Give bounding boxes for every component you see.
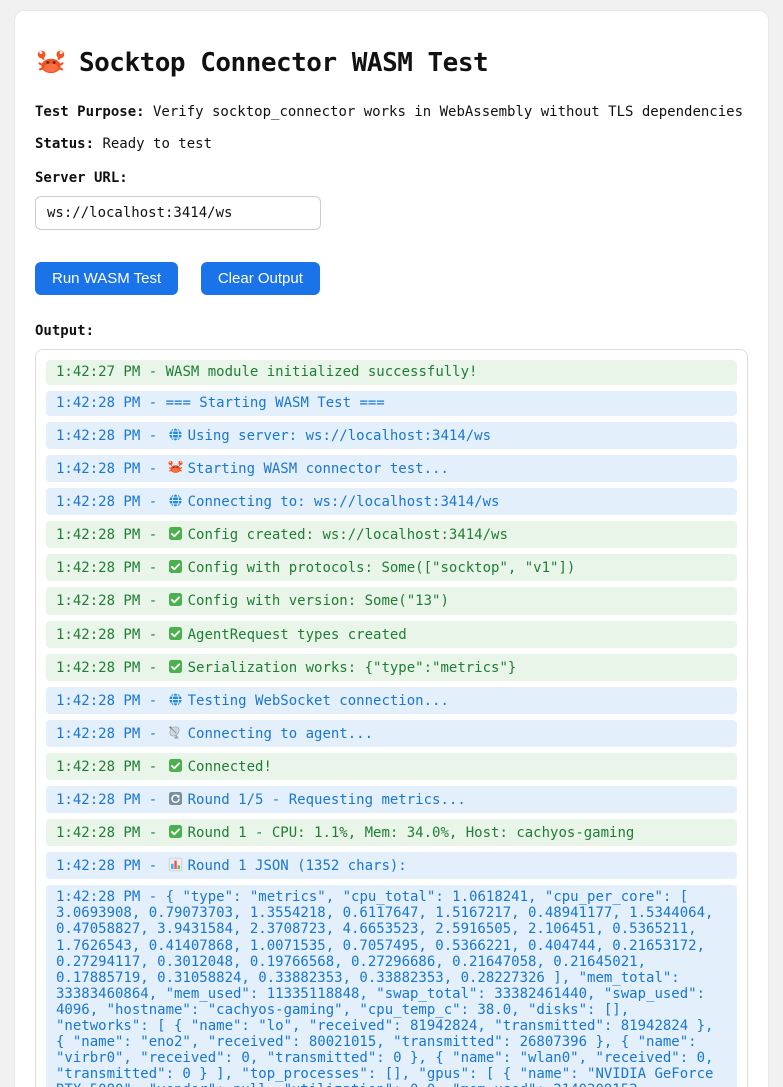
log-text: WASM module initialized successfully! xyxy=(166,364,478,380)
globe-icon xyxy=(167,492,184,509)
log-line: 1:42:28 PM - Connecting to: ws://localho… xyxy=(46,488,737,515)
log-line: 1:42:28 PM - Config with version: Some("… xyxy=(46,587,737,614)
log-text: Config with protocols: Some(["socktop", … xyxy=(188,560,576,576)
log-text: Connecting to: ws://localhost:3414/ws xyxy=(188,494,500,510)
log-line: 1:42:28 PM - === Starting WASM Test === xyxy=(46,391,737,416)
log-timestamp: 1:42:28 PM xyxy=(56,825,140,841)
globe-icon xyxy=(167,426,184,443)
log-line: 1:42:28 PM - Connecting to agent... xyxy=(46,720,737,747)
log-timestamp: 1:42:28 PM xyxy=(56,527,140,543)
status-line: Status: Ready to test xyxy=(35,135,748,154)
log-separator: - xyxy=(140,792,165,808)
check-icon xyxy=(167,658,184,675)
log-line: 1:42:28 PM - Config created: ws://localh… xyxy=(46,521,737,548)
log-text: Config with version: Some("13") xyxy=(188,593,449,609)
crab-icon xyxy=(167,459,184,476)
log-separator: - xyxy=(140,494,165,510)
log-separator: - xyxy=(140,593,165,609)
status-text: Ready to test xyxy=(94,136,212,152)
log-text: Using server: ws://localhost:3414/ws xyxy=(188,428,491,444)
log-text: Connected! xyxy=(188,759,272,775)
log-separator: - xyxy=(140,627,165,643)
log-line: 1:42:28 PM - Config with protocols: Some… xyxy=(46,554,737,581)
log-timestamp: 1:42:28 PM xyxy=(56,759,140,775)
log-separator: - xyxy=(140,825,165,841)
main-card: Socktop Connector WASM Test Test Purpose… xyxy=(14,10,769,1087)
page-title-text: Socktop Connector WASM Test xyxy=(79,48,488,78)
log-text: Starting WASM connector test... xyxy=(188,461,449,477)
log-text: AgentRequest types created xyxy=(188,627,407,643)
log-timestamp: 1:42:28 PM xyxy=(56,428,140,444)
log-line: 1:42:28 PM - Starting WASM connector tes… xyxy=(46,455,737,482)
log-line: 1:42:28 PM - Round 1/5 - Requesting metr… xyxy=(46,786,737,813)
log-line: 1:42:28 PM - Serialization works: {"type… xyxy=(46,654,737,681)
log-line: 1:42:28 PM - Testing WebSocket connectio… xyxy=(46,687,737,714)
log-timestamp: 1:42:28 PM xyxy=(56,593,140,609)
output-label: Output: xyxy=(35,323,748,339)
page-title: Socktop Connector WASM Test xyxy=(35,47,748,79)
log-timestamp: 1:42:28 PM xyxy=(56,693,140,709)
log-separator: - xyxy=(140,858,165,874)
log-timestamp: 1:42:28 PM xyxy=(56,858,140,874)
log-text: === Starting WASM Test === xyxy=(166,395,385,411)
log-timestamp: 1:42:28 PM xyxy=(56,627,140,643)
log-timestamp: 1:42:27 PM xyxy=(56,364,140,380)
log-separator: - xyxy=(140,527,165,543)
check-icon xyxy=(167,823,184,840)
log-separator: - xyxy=(140,560,165,576)
log-timestamp: 1:42:28 PM xyxy=(56,660,140,676)
log-text: { "type": "metrics", "cpu_total": 1.0618… xyxy=(56,889,722,1087)
satellite-icon xyxy=(167,724,184,741)
test-purpose-text: Verify socktop_connector works in WebAss… xyxy=(145,104,743,120)
crab-icon xyxy=(35,47,67,79)
log-timestamp: 1:42:28 PM xyxy=(56,726,140,742)
server-url-label: Server URL: xyxy=(35,170,748,186)
log-text: Serialization works: {"type":"metrics"} xyxy=(188,660,517,676)
log-separator: - xyxy=(140,889,165,905)
test-purpose-line: Test Purpose: Verify socktop_connector w… xyxy=(35,103,748,122)
log-separator: - xyxy=(140,759,165,775)
log-separator: - xyxy=(140,395,165,411)
test-purpose-label: Test Purpose: xyxy=(35,104,145,120)
server-url-input[interactable] xyxy=(35,196,321,230)
log-text: Round 1/5 - Requesting metrics... xyxy=(188,792,466,808)
log-text: Round 1 - CPU: 1.1%, Mem: 34.0%, Host: c… xyxy=(188,825,635,841)
check-icon xyxy=(167,591,184,608)
output-log: 1:42:27 PM - WASM module initialized suc… xyxy=(35,349,748,1087)
chart-icon xyxy=(167,856,184,873)
log-line: 1:42:27 PM - WASM module initialized suc… xyxy=(46,360,737,385)
globe-icon xyxy=(167,691,184,708)
check-icon xyxy=(167,558,184,575)
check-icon xyxy=(167,625,184,642)
log-line: 1:42:28 PM - Round 1 JSON (1352 chars): xyxy=(46,852,737,879)
log-line: 1:42:28 PM - { "type": "metrics", "cpu_t… xyxy=(46,885,737,1087)
refresh-icon xyxy=(167,790,184,807)
check-icon xyxy=(167,757,184,774)
button-row: Run WASM Test Clear Output xyxy=(35,262,748,295)
log-separator: - xyxy=(140,660,165,676)
log-timestamp: 1:42:28 PM xyxy=(56,560,140,576)
log-separator: - xyxy=(140,461,165,477)
check-icon xyxy=(167,525,184,542)
log-timestamp: 1:42:28 PM xyxy=(56,494,140,510)
log-timestamp: 1:42:28 PM xyxy=(56,889,140,905)
log-separator: - xyxy=(140,693,165,709)
log-text: Round 1 JSON (1352 chars): xyxy=(188,858,407,874)
status-label: Status: xyxy=(35,136,94,152)
log-line: 1:42:28 PM - Round 1 - CPU: 1.1%, Mem: 3… xyxy=(46,819,737,846)
run-wasm-test-button[interactable]: Run WASM Test xyxy=(35,262,178,295)
log-separator: - xyxy=(140,726,165,742)
log-text: Connecting to agent... xyxy=(188,726,373,742)
log-timestamp: 1:42:28 PM xyxy=(56,395,140,411)
log-line: 1:42:28 PM - Using server: ws://localhos… xyxy=(46,422,737,449)
clear-output-button[interactable]: Clear Output xyxy=(201,262,320,295)
log-timestamp: 1:42:28 PM xyxy=(56,792,140,808)
log-text: Testing WebSocket connection... xyxy=(188,693,449,709)
log-line: 1:42:28 PM - AgentRequest types created xyxy=(46,621,737,648)
log-separator: - xyxy=(140,364,165,380)
log-separator: - xyxy=(140,428,165,444)
log-line: 1:42:28 PM - Connected! xyxy=(46,753,737,780)
log-timestamp: 1:42:28 PM xyxy=(56,461,140,477)
log-text: Config created: ws://localhost:3414/ws xyxy=(188,527,508,543)
